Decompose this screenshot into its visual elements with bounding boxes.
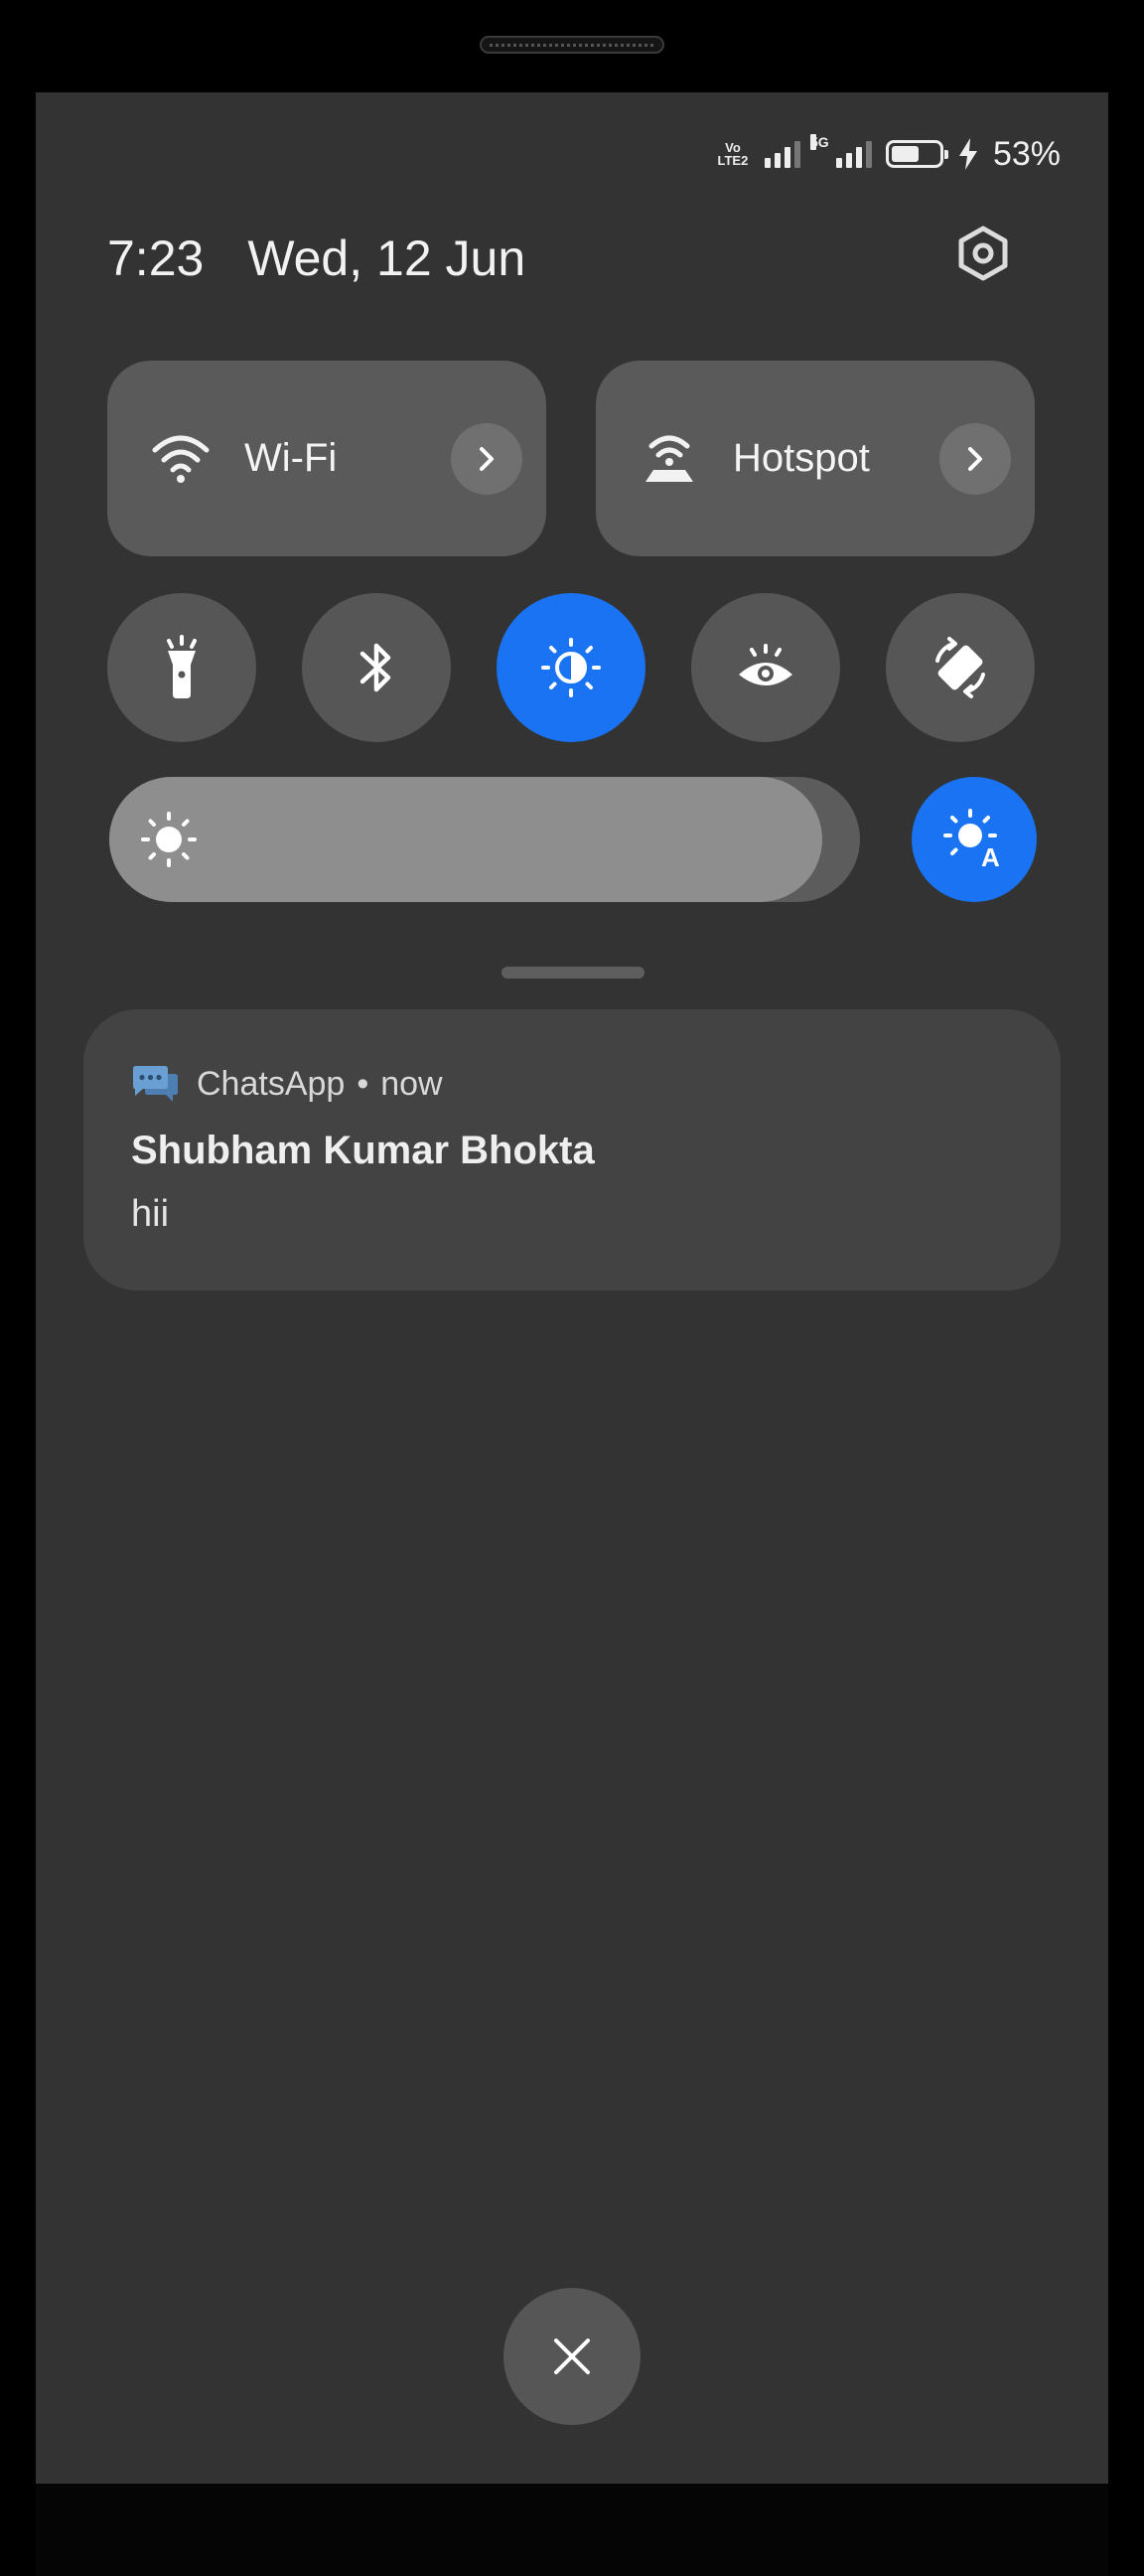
hotspot-tile[interactable]: Hotspot	[596, 361, 1035, 556]
brightness-slider-fill[interactable]	[109, 777, 823, 902]
status-bar: Vo LTE2 5G 53%	[715, 134, 1061, 174]
brightness-slider[interactable]	[109, 777, 860, 902]
notification-header: ChatsApp • now	[131, 1064, 443, 1104]
wifi-icon	[152, 435, 210, 483]
charging-bolt-icon	[958, 138, 977, 170]
notification-title: Shubham Kumar Bhokta	[131, 1129, 595, 1172]
clock-row: 7:23 Wed, 12 Jun	[107, 229, 525, 287]
clock-date[interactable]: Wed, 12 Jun	[247, 229, 525, 287]
panel-drag-handle[interactable]	[501, 967, 644, 979]
flashlight-toggle[interactable]	[107, 593, 256, 742]
auto-rotate-toggle[interactable]	[886, 593, 1035, 742]
wifi-expand-button[interactable]	[451, 423, 522, 495]
eye-comfort-icon	[739, 644, 792, 685]
dark-mode-toggle[interactable]	[497, 593, 645, 742]
notification-time: now	[380, 1064, 443, 1103]
chevron-right-icon	[480, 447, 494, 471]
flashlight-icon	[167, 635, 197, 698]
hotspot-tile-label: Hotspot	[733, 436, 870, 480]
bluetooth-icon	[359, 643, 391, 692]
notification-separator: •	[357, 1064, 369, 1103]
auto-rotate-icon	[935, 637, 985, 698]
5g-label: 5G	[809, 134, 829, 150]
battery-icon	[885, 140, 948, 168]
battery-percent: 53%	[992, 134, 1061, 173]
chevron-right-icon	[968, 447, 982, 471]
earpiece-speaker	[480, 36, 664, 54]
bluetooth-toggle[interactable]	[302, 593, 451, 742]
notification-body: hii	[131, 1193, 170, 1235]
svg-text:A: A	[981, 842, 1000, 872]
hotspot-icon	[645, 435, 693, 482]
clock-time[interactable]: 7:23	[107, 229, 204, 287]
dark-mode-icon	[541, 638, 601, 697]
notification-app-name: ChatsApp	[197, 1064, 346, 1103]
wifi-tile-label: Wi-Fi	[244, 436, 338, 480]
signal-sim2-icon: 5G	[809, 134, 872, 168]
auto-brightness-button[interactable]: A	[912, 777, 1037, 902]
signal-sim1-icon	[764, 140, 800, 168]
phone-frame: Vo LTE2 5G 53% 7:23 Wed, 12 Jun Wi-Fi Ho…	[0, 0, 1144, 2576]
eye-comfort-toggle[interactable]	[691, 593, 840, 742]
auto-brightness-icon: A	[943, 809, 1000, 872]
wifi-tile[interactable]: Wi-Fi	[107, 361, 546, 556]
settings-button[interactable]	[951, 222, 1015, 285]
volte-indicator: Vo LTE2	[717, 140, 749, 168]
notification-card[interactable]: ChatsApp • now Shubham Kumar Bhokta hii	[83, 1009, 1061, 1290]
settings-hexagon-icon	[958, 226, 1008, 281]
clear-all-button[interactable]	[503, 2288, 641, 2425]
close-icon	[554, 2339, 590, 2374]
brightness-icon	[141, 812, 197, 867]
chat-bubbles-icon	[133, 1066, 178, 1102]
notification-shade: Vo LTE2 5G 53% 7:23 Wed, 12 Jun Wi-Fi Ho…	[36, 92, 1108, 2484]
phone-bottom-bezel	[36, 2484, 1108, 2576]
hotspot-expand-button[interactable]	[939, 423, 1011, 495]
